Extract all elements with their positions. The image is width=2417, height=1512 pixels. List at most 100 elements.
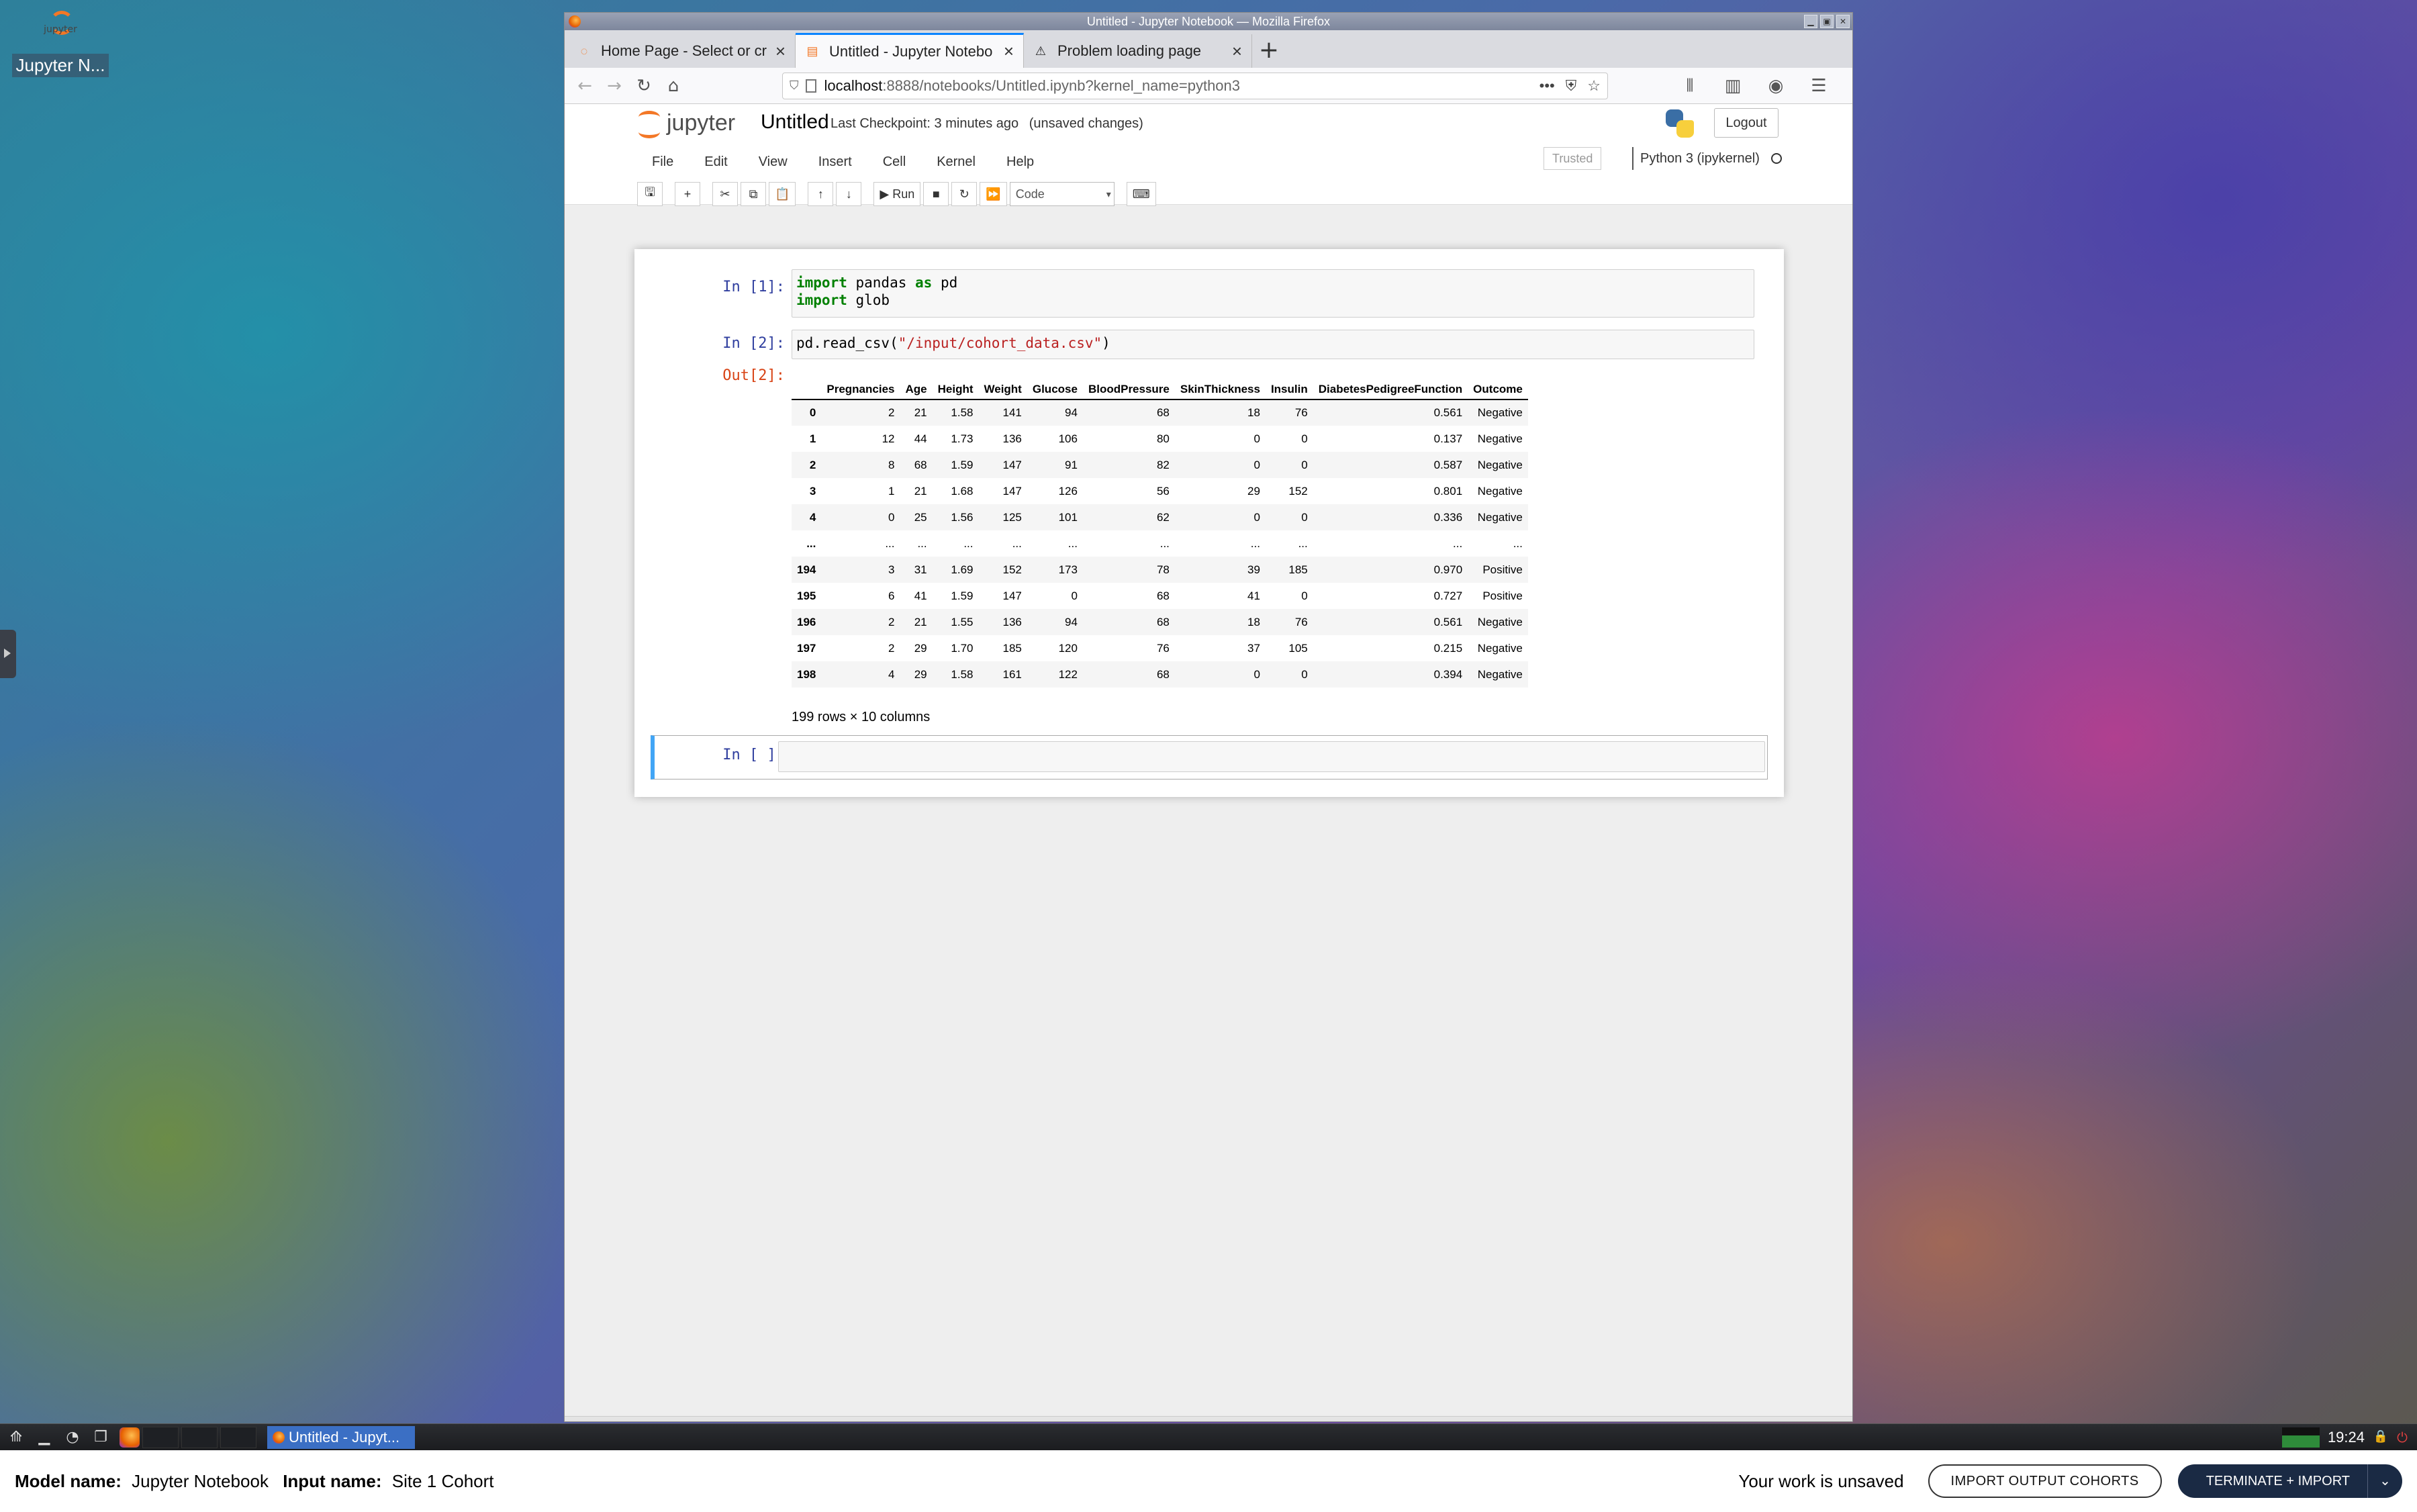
taskbar-firefox-task[interactable]: Untitled - Jupyt... (267, 1425, 415, 1449)
code-text: glob (847, 292, 890, 308)
notebook-name[interactable]: Untitled (761, 111, 829, 134)
code-editor-empty[interactable] (778, 741, 1765, 772)
kernel-name: Python 3 (ipykernel) (1640, 151, 1760, 166)
code-cell-1[interactable]: In [1]: import pandas as pd import glob (651, 269, 1768, 320)
new-tab-button[interactable]: + (1252, 34, 1286, 68)
menu-kernel[interactable]: Kernel (937, 154, 976, 170)
forward-icon[interactable]: → (600, 71, 629, 101)
table-cell: 0.801 (1433, 484, 1463, 498)
table-cell: ... (963, 536, 974, 550)
jupyter-tab-icon: ▤ (806, 44, 818, 58)
table-cell: 3 (888, 563, 895, 576)
table-cell: ... (1159, 536, 1170, 550)
minimize-button[interactable]: ▁ (1804, 15, 1817, 28)
desktop-jupyter-shortcut[interactable]: jupyter Jupyter N... (7, 4, 114, 77)
table-cell: Positive (1482, 589, 1523, 602)
jupyter-logo-icon (637, 108, 663, 138)
workspace-2[interactable] (181, 1426, 218, 1448)
file-manager-icon[interactable]: ◔ (60, 1427, 85, 1448)
tab-untitled-notebook[interactable]: ▤ Untitled - Jupyter Notebo × (796, 33, 1024, 68)
table-cell: 0.587 (1433, 458, 1463, 471)
move-up-icon[interactable]: ↑ (808, 182, 834, 206)
session-bar: Model name: Jupyter Notebook Input name:… (0, 1450, 2417, 1512)
code-keyword: import (796, 292, 847, 308)
code-editor[interactable]: pd.read_csv("/input/cohort_data.csv") (792, 330, 1754, 359)
table-cell: 0.215 (1433, 641, 1463, 655)
insert-cell-icon[interactable]: + (675, 182, 700, 206)
tab-problem-loading[interactable]: ⚠ Problem loading page × (1024, 34, 1252, 68)
url-bar[interactable]: ⛉ localhost :8888/notebooks/Untitled.ipy… (782, 72, 1608, 99)
menu-file[interactable]: File (652, 154, 673, 170)
close-tab-icon[interactable]: × (775, 41, 786, 62)
row-index: 0 (809, 406, 816, 419)
cut-icon[interactable]: ✂ (712, 182, 738, 206)
reload-icon[interactable]: ↻ (629, 71, 659, 101)
code-cell-3[interactable]: In [ ]: (651, 735, 1768, 779)
close-tab-icon[interactable]: × (1004, 41, 1014, 62)
table-cell: 76 (1294, 615, 1308, 628)
paste-icon[interactable]: 📋 (769, 182, 796, 206)
table-row: 3 1 21 1.68 147 126 56 29 152 0.801 Negative (792, 478, 1528, 504)
menu-help[interactable]: Help (1006, 154, 1034, 170)
workspace-3[interactable] (220, 1426, 256, 1448)
copy-icon[interactable]: ⧉ (741, 182, 766, 206)
show-desktop-icon[interactable]: ▁ (32, 1427, 56, 1448)
menu-cell[interactable]: Cell (883, 154, 906, 170)
bookmark-star-icon[interactable]: ☆ (1587, 77, 1601, 95)
table-cell: 82 (1156, 458, 1170, 471)
save-icon[interactable]: 🖫 (637, 182, 663, 206)
sidebar-icon[interactable]: ▥ (1718, 71, 1748, 101)
table-cell: 68 (914, 458, 927, 471)
more-actions-icon[interactable]: ••• (1539, 77, 1555, 95)
jupyter-logo[interactable]: jupyter (637, 108, 735, 138)
app-menu-icon[interactable]: ⟰ (4, 1427, 28, 1448)
close-tab-icon[interactable]: × (1232, 41, 1242, 62)
windows-icon[interactable]: ❐ (89, 1427, 113, 1448)
library-icon[interactable]: ⫴ (1675, 71, 1705, 101)
side-panel-handle[interactable] (0, 630, 16, 678)
horizontal-scrollbar[interactable] (565, 1416, 1852, 1421)
clock[interactable]: 19:24 (2328, 1429, 2365, 1446)
terminate-import-label: TERMINATE + IMPORT (2206, 1474, 2350, 1489)
logout-button[interactable]: Logout (1714, 108, 1779, 138)
restart-icon[interactable]: ↻ (951, 182, 978, 206)
power-icon[interactable]: ⏻ (2394, 1429, 2410, 1446)
firefox-launcher-icon[interactable] (120, 1427, 140, 1448)
chevron-down-icon[interactable]: ⌄ (2367, 1464, 2402, 1498)
menu-view[interactable]: View (759, 154, 788, 170)
maximize-button[interactable]: ▣ (1820, 15, 1834, 28)
shield-icon[interactable]: ⛉ (790, 79, 799, 93)
kernel-indicator[interactable]: Python 3 (ipykernel) (1632, 147, 1783, 170)
menu-insert[interactable]: Insert (818, 154, 852, 170)
table-cell: 4 (888, 667, 895, 681)
home-icon[interactable]: ⌂ (659, 71, 688, 101)
interrupt-icon[interactable]: ■ (923, 182, 949, 206)
column-header: DiabetesPedigreeFunction (1313, 375, 1468, 400)
workspace-1[interactable] (142, 1426, 179, 1448)
account-icon[interactable]: ◉ (1761, 71, 1791, 101)
code-cell-2[interactable]: In [2]: pd.read_csv("/input/cohort_data.… (651, 330, 1768, 793)
move-down-icon[interactable]: ↓ (836, 182, 862, 206)
menu-edit[interactable]: Edit (704, 154, 727, 170)
table-cell: 0 (1301, 510, 1308, 524)
tab-home-page[interactable]: ◌ Home Page - Select or cr × (567, 34, 796, 68)
table-cell: Negative (1477, 458, 1523, 471)
table-cell: 0 (1253, 510, 1260, 524)
back-icon[interactable]: ← (570, 71, 600, 101)
table-cell: 105 (1288, 641, 1308, 655)
cell-type-select[interactable]: Code (1009, 182, 1115, 206)
close-window-button[interactable]: ✕ (1836, 15, 1850, 28)
terminate-import-button[interactable]: TERMINATE + IMPORT ⌄ (2177, 1464, 2402, 1498)
run-button[interactable]: ▶ Run (873, 182, 921, 206)
lock-icon[interactable]: 🔒 (2373, 1429, 2389, 1446)
restart-run-all-icon[interactable]: ⏩ (980, 182, 1007, 206)
trusted-indicator[interactable]: Trusted (1544, 147, 1602, 170)
table-cell: 152 (1288, 484, 1308, 498)
column-header: BloodPressure (1082, 375, 1175, 400)
import-output-cohorts-button[interactable]: IMPORT OUTPUT COHORTS (1928, 1464, 2162, 1498)
pocket-icon[interactable]: ⛨ (1566, 77, 1577, 95)
run-label: Run (892, 187, 915, 201)
code-editor[interactable]: import pandas as pd import glob (792, 269, 1754, 318)
command-palette-icon[interactable]: ⌨ (1126, 182, 1156, 206)
hamburger-menu-icon[interactable]: ☰ (1804, 71, 1834, 101)
